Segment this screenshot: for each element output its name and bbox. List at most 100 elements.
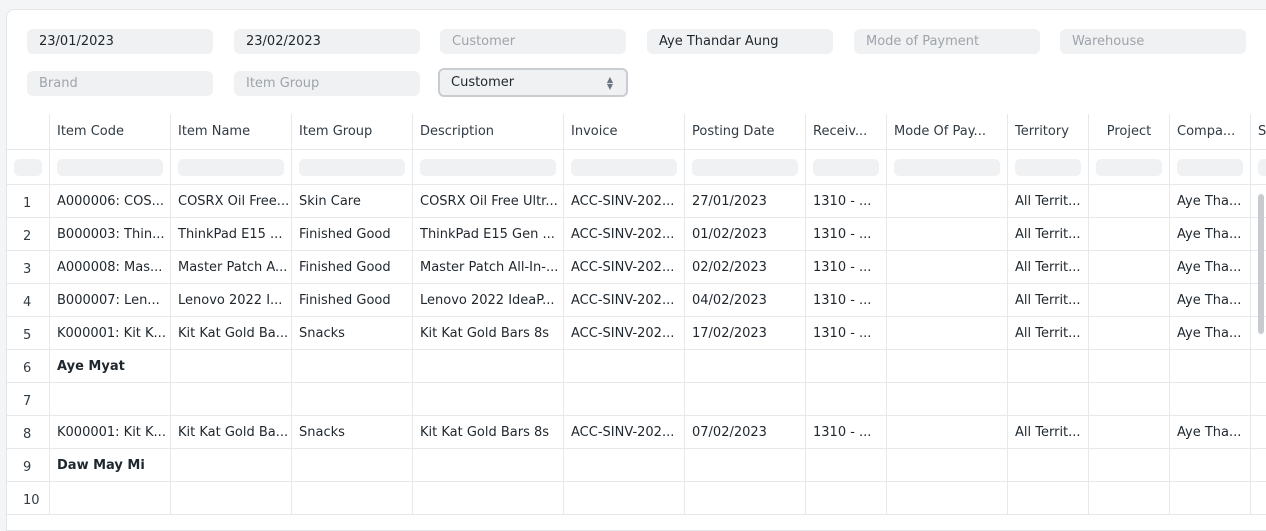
cell-item-name[interactable]: Master Patch A... — [171, 251, 292, 284]
sales-person-filter[interactable]: Aye Thandar Aung — [647, 29, 833, 54]
group-label[interactable]: Daw May Mi — [50, 449, 171, 482]
cell-territory[interactable]: All Territ... — [1008, 317, 1089, 350]
cell-territory[interactable]: All Territ... — [1008, 251, 1089, 284]
cell-item-name[interactable] — [171, 482, 292, 515]
cell-invoice[interactable]: ACC-SINV-202... — [564, 185, 685, 218]
cell-invoice[interactable]: ACC-SINV-202... — [564, 317, 685, 350]
cell-item-name[interactable] — [171, 449, 292, 482]
cell-territory[interactable] — [1008, 383, 1089, 416]
column-header-posting-date[interactable]: Posting Date — [685, 114, 806, 150]
cell-invoice[interactable]: ACC-SINV-202... — [564, 251, 685, 284]
cell-posting-date[interactable] — [685, 383, 806, 416]
cell-description[interactable] — [413, 350, 564, 383]
cell-project[interactable] — [1089, 251, 1170, 284]
cell-posting-date[interactable] — [685, 482, 806, 515]
cell-item-name[interactable]: Kit Kat Gold Ba... — [171, 416, 292, 449]
cell-mode-of-payment[interactable] — [887, 383, 1008, 416]
cell-description[interactable]: ThinkPad E15 Gen ... — [413, 218, 564, 251]
column-filter-input-company[interactable] — [1177, 158, 1243, 176]
cell-project[interactable] — [1089, 218, 1170, 251]
vertical-scrollbar[interactable] — [1258, 194, 1264, 334]
cell-territory[interactable]: All Territ... — [1008, 284, 1089, 317]
row-index-filter-input[interactable] — [14, 158, 42, 176]
cell-item-name[interactable]: ThinkPad E15 ... — [171, 218, 292, 251]
cell-invoice[interactable] — [564, 482, 685, 515]
cell-invoice[interactable] — [564, 383, 685, 416]
cell-description[interactable]: Master Patch All-In-... — [413, 251, 564, 284]
cell-receivable[interactable] — [806, 482, 887, 515]
cell-posting-date[interactable]: 01/02/2023 — [685, 218, 806, 251]
item-group-filter[interactable]: Item Group — [234, 71, 420, 96]
group-label[interactable]: Aye Myat — [50, 350, 171, 383]
brand-filter[interactable]: Brand — [27, 71, 213, 96]
cell-item-code[interactable]: K000001: Kit K... — [50, 416, 171, 449]
cell-company[interactable]: Aye Tha... — [1170, 185, 1251, 218]
cell-item-group[interactable]: Finished Good — [292, 251, 413, 284]
cell-description[interactable] — [413, 449, 564, 482]
cell-company[interactable]: Aye Tha... — [1170, 317, 1251, 350]
cell-company[interactable]: Aye Tha... — [1170, 416, 1251, 449]
cell-territory[interactable]: All Territ... — [1008, 416, 1089, 449]
cell-territory[interactable]: All Territ... — [1008, 218, 1089, 251]
cell-project[interactable] — [1089, 317, 1170, 350]
cell-project[interactable] — [1089, 416, 1170, 449]
cell-s[interactable] — [1251, 350, 1266, 383]
cell-description[interactable]: Lenovo 2022 IdeaP... — [413, 284, 564, 317]
cell-posting-date[interactable]: 27/01/2023 — [685, 185, 806, 218]
cell-description[interactable] — [413, 482, 564, 515]
cell-item-group[interactable]: Snacks — [292, 317, 413, 350]
cell-posting-date[interactable]: 02/02/2023 — [685, 251, 806, 284]
column-header-mode-of-payment[interactable]: Mode Of Pay... — [887, 114, 1008, 150]
cell-company[interactable] — [1170, 449, 1251, 482]
to-date-field[interactable]: 23/02/2023 — [234, 29, 420, 54]
customer-filter[interactable]: Customer — [440, 29, 626, 54]
cell-company[interactable]: Aye Tha... — [1170, 218, 1251, 251]
mode-of-payment-filter[interactable]: Mode of Payment — [854, 29, 1040, 54]
column-header-territory[interactable]: Territory — [1008, 114, 1089, 150]
cell-item-group[interactable] — [292, 383, 413, 416]
cell-description[interactable]: COSRX Oil Free Ultr... — [413, 185, 564, 218]
cell-project[interactable] — [1089, 284, 1170, 317]
cell-item-code[interactable] — [50, 482, 171, 515]
cell-item-name[interactable] — [171, 383, 292, 416]
column-header-invoice[interactable]: Invoice — [564, 114, 685, 150]
cell-mode-of-payment[interactable] — [887, 251, 1008, 284]
cell-item-name[interactable]: Kit Kat Gold Ba... — [171, 317, 292, 350]
column-filter-input-description[interactable] — [420, 158, 556, 176]
from-date-field[interactable]: 23/01/2023 — [27, 29, 213, 54]
cell-item-name[interactable] — [171, 350, 292, 383]
cell-item-group[interactable]: Finished Good — [292, 218, 413, 251]
column-filter-input-project[interactable] — [1096, 158, 1162, 176]
cell-receivable[interactable]: 1310 - ... — [806, 185, 887, 218]
cell-mode-of-payment[interactable] — [887, 416, 1008, 449]
cell-description[interactable]: Kit Kat Gold Bars 8s — [413, 317, 564, 350]
cell-receivable[interactable] — [806, 383, 887, 416]
warehouse-filter[interactable]: Warehouse — [1060, 29, 1246, 54]
cell-company[interactable]: Aye Tha... — [1170, 251, 1251, 284]
cell-invoice[interactable]: ACC-SINV-202... — [564, 218, 685, 251]
cell-item-code[interactable]: K000001: Kit K... — [50, 317, 171, 350]
cell-posting-date[interactable] — [685, 449, 806, 482]
cell-item-group[interactable] — [292, 350, 413, 383]
cell-item-group[interactable] — [292, 449, 413, 482]
column-header-receivable[interactable]: Receiv... — [806, 114, 887, 150]
column-filter-input-s[interactable] — [1258, 158, 1266, 176]
column-header-item-name[interactable]: Item Name — [171, 114, 292, 150]
cell-item-code[interactable]: A000006: COS... — [50, 185, 171, 218]
column-filter-input-receivable[interactable] — [813, 158, 879, 176]
cell-s[interactable] — [1251, 416, 1266, 449]
cell-project[interactable] — [1089, 350, 1170, 383]
cell-posting-date[interactable]: 17/02/2023 — [685, 317, 806, 350]
cell-invoice[interactable] — [564, 350, 685, 383]
cell-s[interactable] — [1251, 482, 1266, 515]
cell-item-code[interactable]: B000007: Len... — [50, 284, 171, 317]
group-by-select[interactable]: Customer ▲ ▼ — [438, 68, 628, 97]
cell-receivable[interactable]: 1310 - ... — [806, 317, 887, 350]
column-header-project[interactable]: Project — [1089, 114, 1170, 150]
cell-invoice[interactable]: ACC-SINV-202... — [564, 284, 685, 317]
cell-mode-of-payment[interactable] — [887, 284, 1008, 317]
column-header-item-group[interactable]: Item Group — [292, 114, 413, 150]
cell-mode-of-payment[interactable] — [887, 449, 1008, 482]
cell-s[interactable] — [1251, 449, 1266, 482]
cell-company[interactable]: Aye Tha... — [1170, 284, 1251, 317]
